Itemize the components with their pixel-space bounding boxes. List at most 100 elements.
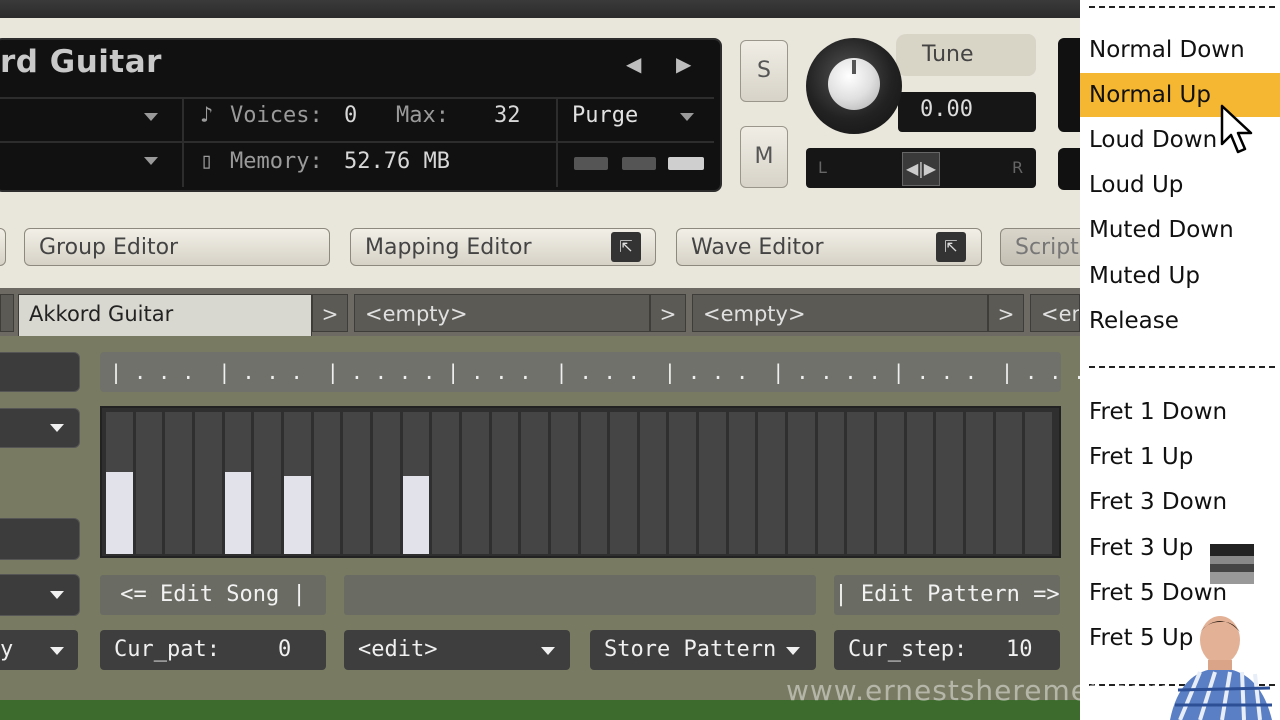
- dropdown-arrow-icon: [50, 424, 64, 432]
- menu-item-fret-1-down[interactable]: Fret 1 Down: [1080, 390, 1280, 434]
- pattern-name-field[interactable]: [344, 575, 816, 615]
- group-arrow-icon[interactable]: >: [650, 294, 686, 332]
- prev-instrument-icon[interactable]: ◀: [626, 52, 641, 76]
- group-tab-partial[interactable]: <em: [1030, 294, 1080, 332]
- step-cell[interactable]: [106, 412, 133, 554]
- solo-button[interactable]: S: [740, 40, 788, 102]
- group-tab-empty[interactable]: <empty>: [692, 294, 988, 332]
- step-velocity-bar: [402, 475, 430, 554]
- step-cell[interactable]: [847, 412, 875, 554]
- pan-handle-icon[interactable]: ◀|▶: [902, 152, 940, 186]
- output-dropdown-icon[interactable]: [144, 113, 158, 121]
- step-cell[interactable]: [135, 412, 163, 554]
- group-tab-akkord-guitar[interactable]: Akkord Guitar: [18, 294, 312, 336]
- step-cell[interactable]: [432, 412, 459, 554]
- edit-song-button[interactable]: <= Edit Song |: [100, 575, 326, 615]
- group-tab-partial[interactable]: [0, 294, 14, 332]
- memory-label: Memory:: [230, 149, 323, 174]
- dropdown-arrow-icon: [541, 647, 555, 655]
- purge-button[interactable]: Purge: [572, 103, 638, 128]
- dropdown-arrow-icon: [50, 647, 64, 655]
- step-cell[interactable]: [877, 412, 904, 554]
- step-cell[interactable]: [372, 412, 400, 554]
- step-grid[interactable]: [100, 406, 1061, 558]
- group-arrow-icon[interactable]: >: [312, 294, 348, 332]
- step-cell[interactable]: [402, 412, 430, 554]
- max-label: Max:: [396, 103, 449, 128]
- step-cell[interactable]: [966, 412, 993, 554]
- step-cell[interactable]: [580, 412, 608, 554]
- step-cell[interactable]: [254, 412, 281, 554]
- next-instrument-icon[interactable]: ▶: [676, 52, 691, 76]
- step-cell[interactable]: [669, 412, 697, 554]
- step-cell[interactable]: [936, 412, 964, 554]
- dropdown-arrow-icon: [50, 591, 64, 599]
- memory-value: 52.76 MB: [344, 149, 450, 174]
- step-cell[interactable]: [283, 412, 311, 554]
- cur-pat-label: Cur_pat:: [100, 630, 326, 670]
- scroll-indicator[interactable]: [1210, 544, 1254, 584]
- menu-item-normal-down[interactable]: Normal Down: [1080, 28, 1280, 72]
- edit-pattern-button[interactable]: | Edit Pattern =>: [834, 575, 1060, 615]
- step-velocity-bar: [224, 471, 252, 554]
- step-cell[interactable]: [788, 412, 815, 554]
- editor-tab-partial[interactable]: [0, 228, 6, 266]
- top-strip: [0, 0, 1080, 18]
- menu-item-loud-up[interactable]: Loud Up: [1080, 163, 1280, 207]
- step-cell[interactable]: [699, 412, 726, 554]
- step-cell[interactable]: [906, 412, 934, 554]
- left-control-button[interactable]: [0, 518, 80, 560]
- step-cell[interactable]: [461, 412, 489, 554]
- step-cell[interactable]: [758, 412, 786, 554]
- popout-icon[interactable]: ⇱: [936, 232, 966, 262]
- tune-label: Tune: [922, 42, 974, 67]
- step-cell[interactable]: [224, 412, 252, 554]
- step-cell[interactable]: [639, 412, 667, 554]
- cur-pat-value[interactable]: 0: [278, 630, 291, 670]
- menu-separator: [1089, 6, 1275, 8]
- menu-item-muted-up[interactable]: Muted Up: [1080, 254, 1280, 298]
- step-cell[interactable]: [165, 412, 192, 554]
- menu-item-fret-3-down[interactable]: Fret 3 Down: [1080, 480, 1280, 524]
- left-dropdown[interactable]: [0, 408, 80, 448]
- menu-separator: [1089, 366, 1275, 368]
- step-cell[interactable]: [728, 412, 756, 554]
- step-cell[interactable]: [550, 412, 578, 554]
- max-voices-value[interactable]: 32: [494, 103, 521, 128]
- step-cell[interactable]: [491, 412, 519, 554]
- step-cell[interactable]: [521, 412, 548, 554]
- pan-left-label: L: [818, 158, 827, 177]
- menu-item-fret-1-up[interactable]: Fret 1 Up: [1080, 435, 1280, 479]
- group-tab-empty[interactable]: <empty>: [354, 294, 650, 332]
- store-pattern-select[interactable]: Store Pattern: [590, 630, 816, 670]
- divider: [182, 99, 184, 187]
- left-control-button[interactable]: [0, 352, 80, 392]
- edit-select[interactable]: <edit>: [344, 630, 570, 670]
- menu-item-release[interactable]: Release: [1080, 299, 1280, 343]
- dropdown-arrow-icon: [786, 647, 800, 655]
- script-editor-tab[interactable]: Script: [1000, 228, 1080, 266]
- step-velocity-bar: [283, 475, 311, 554]
- step-cell[interactable]: [817, 412, 845, 554]
- step-cell[interactable]: [194, 412, 222, 554]
- step-velocity-bar: [106, 471, 133, 554]
- instrument-name[interactable]: rd Guitar: [0, 44, 162, 80]
- left-partial-dropdown[interactable]: y: [0, 630, 78, 670]
- left-dropdown[interactable]: [0, 574, 80, 616]
- group-editor-tab[interactable]: Group Editor: [24, 228, 330, 266]
- cur-step-value[interactable]: 10: [1006, 630, 1033, 670]
- tune-value[interactable]: 0.00: [920, 97, 973, 122]
- step-cell[interactable]: [995, 412, 1023, 554]
- popout-icon[interactable]: ⇱: [611, 232, 641, 262]
- step-cell[interactable]: [1025, 412, 1052, 554]
- step-cell[interactable]: [610, 412, 637, 554]
- pan-right-label: R: [1012, 158, 1024, 177]
- group-arrow-icon[interactable]: >: [988, 294, 1024, 332]
- step-cell[interactable]: [313, 412, 341, 554]
- midi-dropdown-icon[interactable]: [144, 157, 158, 165]
- mute-button[interactable]: M: [740, 126, 788, 188]
- menu-item-muted-down[interactable]: Muted Down: [1080, 208, 1280, 252]
- purge-dropdown-icon[interactable]: [680, 113, 694, 121]
- step-cell[interactable]: [343, 412, 370, 554]
- purge-meter-segment: [574, 157, 608, 170]
